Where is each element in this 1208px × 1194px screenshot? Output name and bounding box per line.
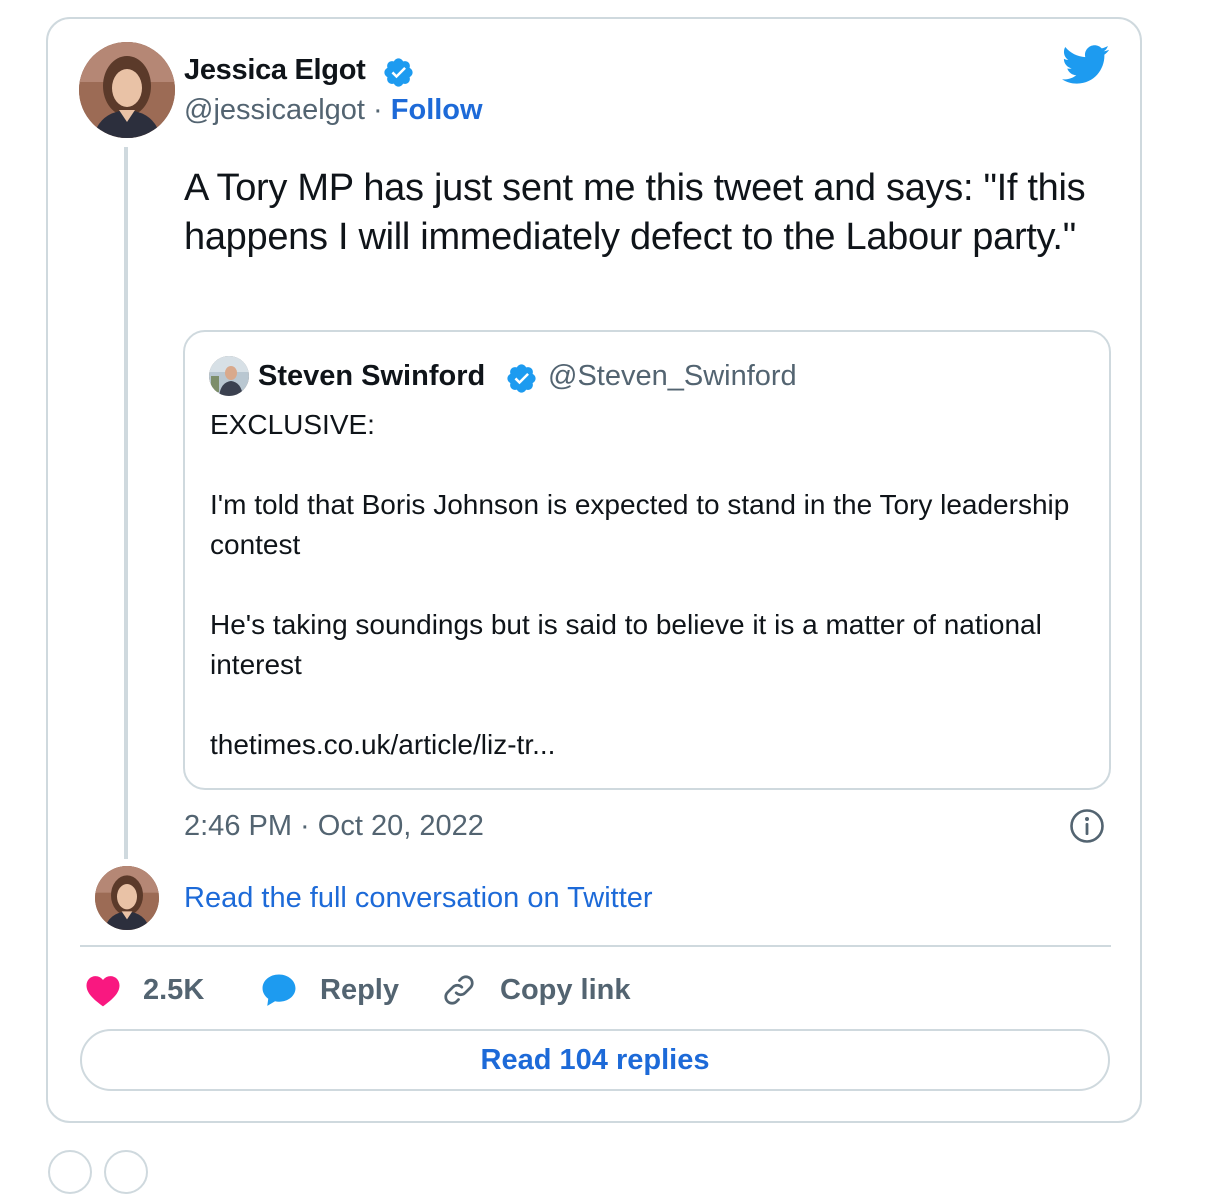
- quoted-author-handle[interactable]: @Steven_Swinford: [548, 360, 797, 393]
- bottom-circle-control[interactable]: [104, 1150, 148, 1194]
- reply-label: Reply: [320, 973, 399, 1006]
- link-icon: [440, 971, 478, 1009]
- quoted-author-name[interactable]: Steven Swinford: [258, 360, 485, 393]
- divider: [80, 945, 1111, 947]
- read-full-conversation-link[interactable]: Read the full conversation on Twitter: [184, 882, 653, 915]
- tweet-text: A Tory MP has just sent me this tweet an…: [184, 167, 1086, 258]
- read-replies-button[interactable]: Read 104 replies: [80, 1029, 1110, 1091]
- thread-line: [124, 147, 128, 859]
- info-icon[interactable]: [1069, 808, 1105, 844]
- author-handle-line: @jessicaelgot · Follow: [184, 94, 483, 127]
- conversation-avatar[interactable]: [95, 866, 159, 930]
- copy-link-label: Copy link: [500, 973, 631, 1006]
- author-handle[interactable]: @jessicaelgot: [184, 94, 365, 126]
- verified-badge-icon: [382, 56, 415, 89]
- author-name[interactable]: Jessica Elgot: [184, 54, 366, 87]
- quoted-tweet-text: EXCLUSIVE: I'm told that Boris Johnson i…: [210, 409, 1070, 760]
- twitter-bird-icon[interactable]: [1062, 44, 1110, 86]
- reply-bubble-icon: [260, 971, 298, 1009]
- copy-link-button[interactable]: Copy link: [440, 970, 631, 1010]
- follow-button[interactable]: Follow: [391, 94, 483, 126]
- reply-button[interactable]: Reply: [260, 970, 399, 1010]
- bottom-circle-control[interactable]: [48, 1150, 92, 1194]
- quoted-author-avatar[interactable]: [209, 356, 249, 396]
- separator-dot: ·: [373, 94, 383, 126]
- tweet-timestamp[interactable]: 2:46 PM · Oct 20, 2022: [184, 810, 484, 843]
- like-button[interactable]: 2.5K: [85, 970, 204, 1010]
- author-avatar[interactable]: [79, 42, 175, 138]
- quoted-verified-badge-icon: [505, 362, 538, 395]
- like-count: 2.5K: [143, 973, 205, 1006]
- heart-icon: [85, 974, 121, 1007]
